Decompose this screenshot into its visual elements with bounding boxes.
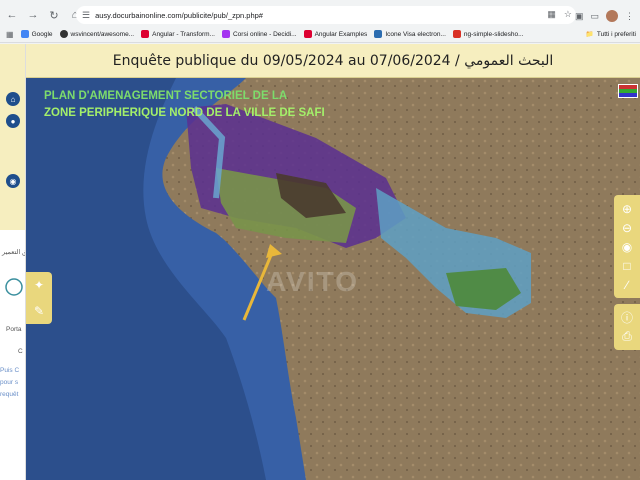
visa-icon xyxy=(374,30,383,38)
plan-title-line-2: ZONE PERIPHERIQUE NORD DE LA VILLE DE SA… xyxy=(44,107,325,119)
all-bookmarks[interactable]: 📁 Tutti i preferiti xyxy=(585,30,636,39)
home-icon[interactable]: ⌂ xyxy=(6,92,20,106)
info-line-2: pour s xyxy=(0,379,19,386)
measure-icon[interactable]: ∕ xyxy=(614,275,640,294)
angular-icon xyxy=(303,30,312,38)
bookmark-ng-slideshow[interactable]: ng-simple-slidesho... xyxy=(452,30,524,38)
page-content: اتق التعمير Porta C Puis C pour s requêt… xyxy=(0,44,640,480)
pin-icon[interactable]: ✦ xyxy=(26,272,52,298)
google-icon xyxy=(20,30,29,38)
udemy-icon xyxy=(221,30,230,38)
site-info-icon[interactable]: ☰ xyxy=(82,10,90,21)
world-icon[interactable]: ◉ xyxy=(614,237,640,256)
left-control-strip: ⌂ ● ◉ xyxy=(0,44,25,230)
sidepanel-icon[interactable]: ▭ xyxy=(590,11,599,22)
info-icon[interactable]: ⓘ xyxy=(614,308,640,327)
reload-icon[interactable]: ↻ xyxy=(45,6,63,24)
print-icon[interactable]: ⎙ xyxy=(614,327,640,346)
translate-icon[interactable]: ▦ xyxy=(547,9,556,20)
bookmark-icone-visa[interactable]: Icone Visa electron... xyxy=(374,30,446,38)
bookmark-angular-transform[interactable]: Angular - Transform... xyxy=(141,30,215,38)
address-bar[interactable]: ☰ ausy.docurbainonline.com/publicite/pub… xyxy=(76,6,576,24)
square-icon[interactable]: □ xyxy=(614,256,640,275)
satellite-map[interactable]: AVITO PLAN D'AMENAGEMENT SECTORIEL DE LA… xyxy=(26,78,640,480)
draw-toolbar: ✦ ✎ xyxy=(26,272,52,324)
npm-icon xyxy=(452,30,461,38)
flag-icon[interactable] xyxy=(618,84,638,98)
pencil-icon[interactable]: ✎ xyxy=(26,298,52,324)
bookmark-corsi[interactable]: Corsi online - Decidi... xyxy=(221,30,297,38)
angular-icon xyxy=(141,30,150,38)
ministry-logo-icon xyxy=(5,278,23,296)
url-text[interactable]: ausy.docurbainonline.com/publicite/pub/_… xyxy=(95,11,263,20)
info-line-1: Puis C xyxy=(0,367,20,374)
apps-grid-icon[interactable]: ▦ xyxy=(6,30,14,39)
plan-title-line-1: PLAN D'AMENAGEMENT SECTORIEL DE LA xyxy=(44,90,288,102)
globe-icon[interactable]: ◉ xyxy=(6,174,20,188)
zoom-in-icon[interactable]: ⊕ xyxy=(614,199,640,218)
bookmark-github[interactable]: wsvincent/awesome... xyxy=(59,30,134,38)
title-bar: Enquête publique du 09/05/2024 au 07/06/… xyxy=(26,44,640,78)
map-area: Enquête publique du 09/05/2024 au 07/06/… xyxy=(26,44,640,480)
info-toolbar: ⓘ ⎙ xyxy=(614,304,640,350)
avatar[interactable] xyxy=(606,10,618,22)
back-arrow-icon[interactable]: ← xyxy=(3,6,21,24)
plan-title: PLAN D'AMENAGEMENT SECTORIEL DE LA ZONE … xyxy=(44,88,325,122)
bookmark-angular-examples[interactable]: Angular Examples xyxy=(303,30,367,38)
left-panel: اتق التعمير Porta C Puis C pour s requêt… xyxy=(0,44,26,480)
bookmark-google[interactable]: Google xyxy=(20,30,53,38)
map-toolbar: ⊕ ⊖ ◉ □ ∕ xyxy=(614,195,640,298)
menu-icon[interactable]: ⋮ xyxy=(625,11,634,22)
c-label: C xyxy=(18,348,23,355)
github-icon xyxy=(59,30,68,38)
browser-chrome: ← → ↻ ⌂ ☰ ausy.docurbainonline.com/publi… xyxy=(0,0,640,44)
navigation-bar: ← → ↻ ⌂ ☰ ausy.docurbainonline.com/publi… xyxy=(0,4,640,26)
info-line-3: requêt xyxy=(0,391,19,398)
page-title: Enquête publique du 09/05/2024 au 07/06/… xyxy=(112,52,554,69)
folder-icon: 📁 xyxy=(585,31,594,38)
bookmarks-bar: ▦ Google wsvincent/awesome... Angular - … xyxy=(0,26,640,43)
watermark: AVITO xyxy=(266,266,359,297)
arabic-side-label: اتق التعمير xyxy=(2,249,25,256)
globe-icon[interactable]: ● xyxy=(6,114,20,128)
forward-arrow-icon[interactable]: → xyxy=(24,6,42,24)
bookmark-star-icon[interactable]: ☆ xyxy=(564,9,572,20)
extensions-icon[interactable]: ▣ xyxy=(575,11,584,22)
portal-label: Porta xyxy=(6,326,22,333)
zoom-out-icon[interactable]: ⊖ xyxy=(614,218,640,237)
